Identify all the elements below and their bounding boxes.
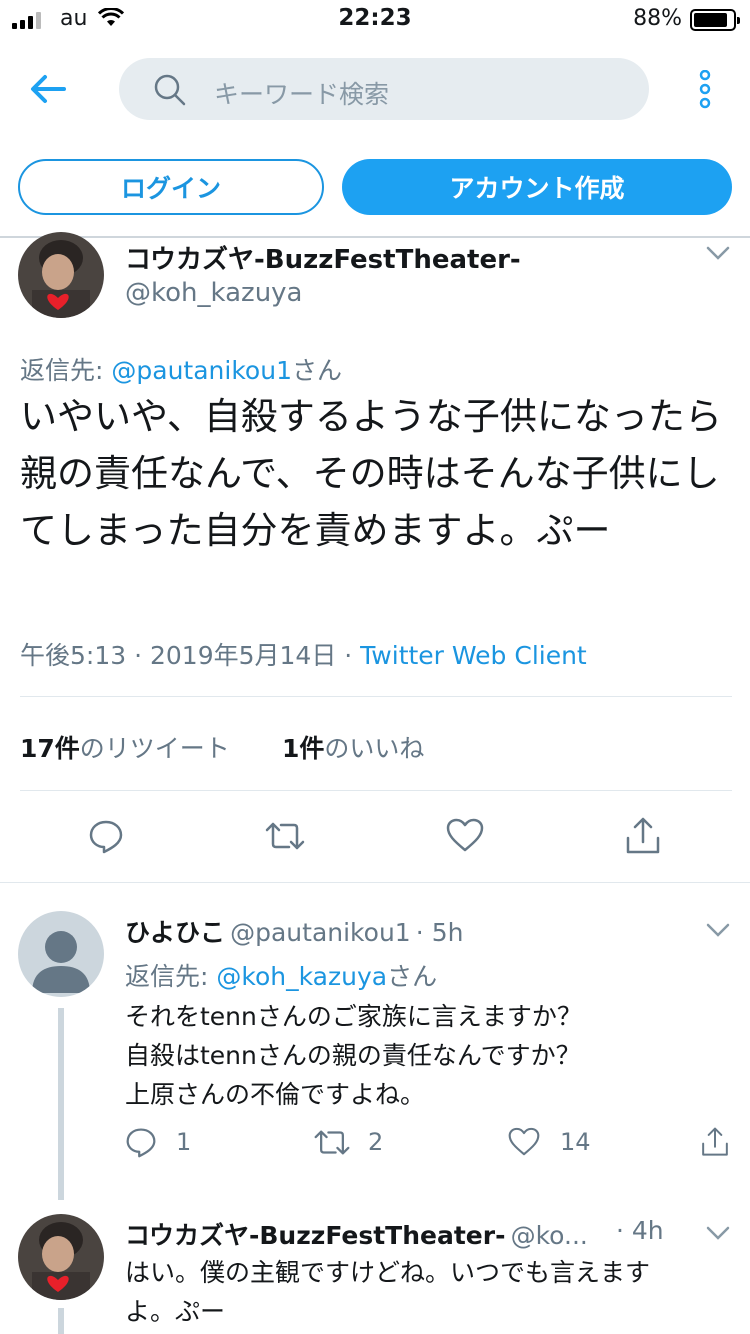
tweet-text: いやいや、自殺するような子供になったら親の責任なんで、その時はそんな子供にしてし…: [20, 395, 722, 552]
author-handle[interactable]: @koh_kazuya: [125, 278, 303, 308]
more-vertical-icon[interactable]: [696, 69, 714, 114]
avatar[interactable]: [18, 1214, 104, 1300]
reply-context: 返信先: @koh_kazuyaさん: [125, 957, 437, 993]
reply-suffix: さん: [291, 356, 342, 385]
chevron-down-icon[interactable]: [706, 922, 730, 941]
reply-to-link[interactable]: @koh_kazuya: [216, 962, 387, 991]
reply-time: · 4h: [616, 1216, 664, 1245]
tweet-timestamp[interactable]: 午後5:13 · 2019年5月14日 ·: [20, 641, 352, 670]
reply-author-name[interactable]: コウカズヤ-BuzzFestTheater-: [125, 1221, 505, 1250]
reply-icon[interactable]: [125, 1126, 157, 1162]
reply-author-handle[interactable]: @ko...: [511, 1221, 588, 1250]
reply-text-line: はい。僕の主観ですけどね。いつでも言えます: [125, 1258, 651, 1287]
reply-text: それをtennさんのご家族に言えますか？ 自殺はtennさんの親の責任なんですか…: [125, 997, 735, 1114]
tweet-client-link[interactable]: Twitter Web Client: [360, 641, 587, 670]
tweet-meta: 午後5:13 · 2019年5月14日 · Twitter Web Client: [20, 636, 587, 672]
retweet-icon[interactable]: [264, 820, 306, 856]
signup-button[interactable]: アカウント作成: [342, 159, 732, 215]
share-icon[interactable]: [700, 1125, 730, 1163]
back-arrow-icon[interactable]: [28, 72, 68, 110]
reply-text-line: 自殺はtennさんの親の責任なんですか？: [125, 1041, 581, 1070]
share-icon[interactable]: [624, 816, 662, 860]
like-label: のいいね: [324, 734, 425, 763]
reply-author-name[interactable]: ひよひこ: [125, 918, 225, 947]
reply-icon[interactable]: [88, 818, 124, 858]
search-icon: [154, 74, 186, 110]
reply-header: ひよひこ @pautanikou1 · 5h: [125, 913, 463, 949]
battery-icon: [690, 9, 740, 31]
divider: [0, 882, 750, 883]
login-button[interactable]: ログイン: [18, 159, 324, 215]
divider: [20, 790, 732, 791]
battery-percent: 88%: [633, 6, 682, 31]
reply-text: はい。僕の主観ですけどね。いつでも言えます よ。ぷー: [125, 1253, 735, 1331]
search-placeholder: キーワード検索: [214, 80, 390, 109]
like-count: 1件: [282, 734, 325, 763]
search-input[interactable]: キーワード検索: [119, 58, 649, 120]
reply-time: · 5h: [415, 918, 464, 947]
reply-author-handle[interactable]: @pautanikou1: [230, 918, 411, 947]
avatar[interactable]: [18, 232, 104, 318]
divider: [20, 696, 732, 697]
reply-header: コウカズヤ-BuzzFestTheater- @ko...: [125, 1216, 588, 1252]
header-divider: [0, 236, 750, 238]
reply-context: 返信先: @pautanikou1さん: [20, 351, 342, 387]
thread-line: [58, 1308, 64, 1334]
retweet-label: のリツイート: [79, 734, 230, 763]
like-icon[interactable]: [508, 1127, 540, 1160]
status-bar: au 22:23 88%: [0, 0, 750, 40]
chevron-down-icon[interactable]: [706, 245, 730, 264]
retweet-count: 17件: [20, 734, 80, 763]
reply-prefix: 返信先:: [20, 356, 104, 385]
retweet-stats[interactable]: 17件のリツイート: [20, 729, 230, 765]
reply-text-line: よ。ぷー: [125, 1297, 226, 1326]
author-name[interactable]: コウカズヤ-BuzzFestTheater-: [125, 239, 521, 276]
reply-prefix: 返信先:: [125, 962, 209, 991]
reply-suffix: さん: [387, 962, 438, 991]
reply-count: 1: [176, 1128, 192, 1156]
chevron-down-icon[interactable]: [706, 1225, 730, 1244]
like-icon[interactable]: [446, 818, 484, 856]
retweet-icon[interactable]: [313, 1128, 351, 1161]
retweet-count: 2: [368, 1128, 384, 1156]
reply-text-line: それをtennさんのご家族に言えますか？: [125, 1002, 582, 1031]
like-stats[interactable]: 1件のいいね: [282, 729, 424, 765]
reply-to-link[interactable]: @pautanikou1: [111, 356, 292, 385]
avatar-default[interactable]: [18, 911, 104, 997]
thread-line: [58, 1008, 64, 1200]
reply-text-line: 上原さんの不倫ですよね。: [125, 1080, 426, 1109]
like-count: 14: [560, 1128, 591, 1156]
